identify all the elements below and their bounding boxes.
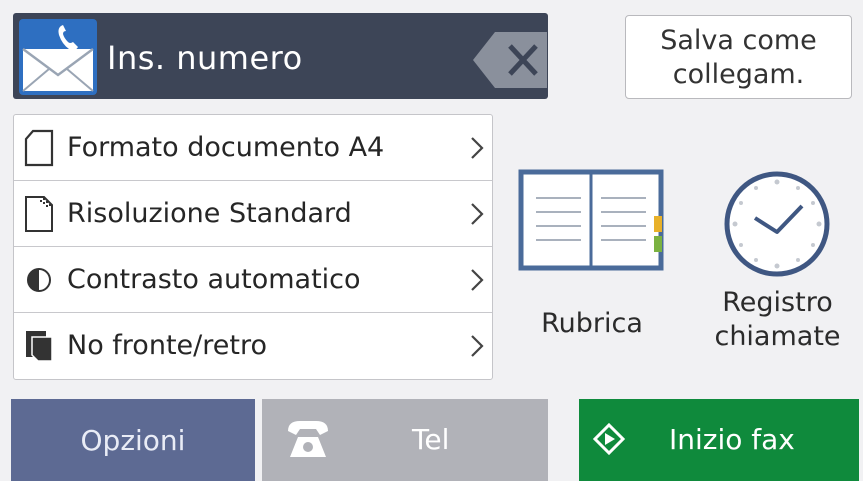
- setting-row-contrast[interactable]: Contrasto automatico: [14, 247, 492, 313]
- duplex-icon: [26, 331, 53, 362]
- chevron-right-icon: [471, 335, 484, 357]
- setting-label: Contrasto automatico: [67, 264, 361, 295]
- save-as-shortcut-button[interactable]: Salva come collegam.: [625, 15, 852, 99]
- options-button[interactable]: Opzioni: [11, 399, 255, 481]
- clock-icon: [724, 171, 830, 277]
- backspace-icon[interactable]: [473, 32, 547, 88]
- address-book-icon: [518, 169, 664, 271]
- chevron-right-icon: [471, 203, 484, 225]
- tel-button[interactable]: Tel: [262, 399, 548, 481]
- start-fax-label: Inizio fax: [669, 423, 795, 456]
- call-history-label-line1: Registro: [722, 287, 833, 318]
- setting-row-document-size[interactable]: Formato documento A4: [14, 115, 492, 181]
- call-history-button[interactable]: Registro chiamate: [700, 168, 855, 368]
- save-shortcut-label-line2: collegam.: [672, 59, 805, 90]
- call-history-label: Registro chiamate: [700, 286, 855, 354]
- call-history-label-line2: chiamate: [714, 321, 841, 352]
- contrast-icon: [27, 268, 51, 292]
- fax-settings-list: Formato documento A4 Risoluzione Standar…: [13, 114, 493, 380]
- address-book-label: Rubrica: [541, 308, 643, 339]
- setting-label: Risoluzione Standard: [67, 198, 352, 229]
- chevron-right-icon: [471, 137, 484, 159]
- number-input-bar[interactable]: Ins. numero: [13, 13, 548, 99]
- bottom-action-bar: Opzioni Tel Inizio fax: [0, 399, 863, 481]
- tel-label: Tel: [412, 423, 450, 456]
- fax-screen: Ins. numero Salva come collegam. Formato…: [0, 0, 863, 481]
- setting-label: Formato documento A4: [67, 132, 385, 163]
- chevron-right-icon: [471, 269, 484, 291]
- options-label: Opzioni: [80, 423, 186, 457]
- start-fax-button[interactable]: Inizio fax: [579, 399, 859, 481]
- document-size-icon: [24, 129, 54, 167]
- setting-label: No fronte/retro: [67, 330, 267, 361]
- number-input-label: Ins. numero: [107, 39, 303, 77]
- setting-row-resolution[interactable]: Risoluzione Standard: [14, 181, 492, 247]
- save-shortcut-label-line1: Salva come: [660, 25, 817, 56]
- resolution-icon: [25, 196, 53, 232]
- address-book-button[interactable]: Rubrica: [516, 168, 668, 358]
- setting-row-duplex[interactable]: No fronte/retro: [14, 313, 492, 379]
- fax-envelope-icon: [19, 19, 97, 95]
- telephone-icon: [288, 421, 328, 457]
- start-diamond-icon: [593, 423, 625, 455]
